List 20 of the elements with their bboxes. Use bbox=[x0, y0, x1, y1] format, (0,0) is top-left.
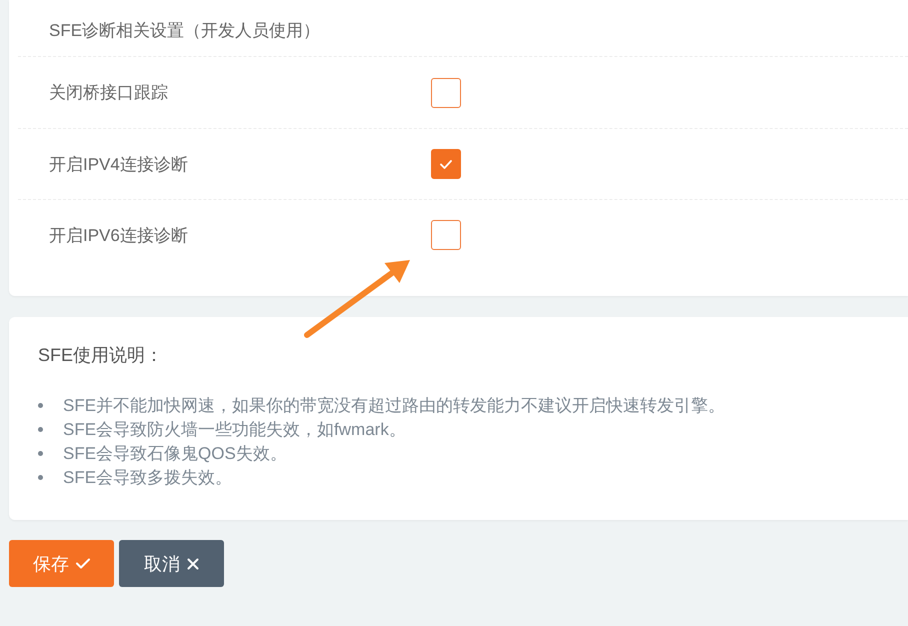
section-title: SFE诊断相关设置（开发人员使用） bbox=[49, 20, 320, 42]
bullet-icon bbox=[38, 402, 43, 408]
notes-title: SFE使用说明： bbox=[38, 344, 164, 367]
bullet-icon bbox=[38, 450, 43, 456]
note-text: SFE会导致防火墙一些功能失效，如fwmark。 bbox=[63, 418, 406, 440]
checkbox[interactable] bbox=[431, 220, 461, 250]
bullet-icon bbox=[38, 426, 43, 432]
checkbox[interactable] bbox=[431, 78, 461, 108]
bullet-icon bbox=[38, 474, 43, 480]
cancel-button[interactable]: 取消 bbox=[119, 540, 224, 587]
check-icon bbox=[76, 558, 90, 569]
option-label: 开启IPV4连接诊断 bbox=[49, 154, 189, 176]
option-label: 开启IPV6连接诊断 bbox=[49, 224, 189, 246]
close-icon bbox=[187, 558, 199, 570]
check-icon bbox=[440, 160, 452, 168]
note-text: SFE会导致石像鬼QOS失效。 bbox=[63, 442, 287, 464]
note-text: SFE并不能加快网速，如果你的带宽没有超过路由的转发能力不建议开启快速转发引擎。 bbox=[63, 394, 726, 416]
option-label: 关闭桥接口跟踪 bbox=[49, 82, 169, 104]
checkbox[interactable] bbox=[431, 149, 461, 179]
note-text: SFE会导致多拨失效。 bbox=[63, 466, 232, 488]
